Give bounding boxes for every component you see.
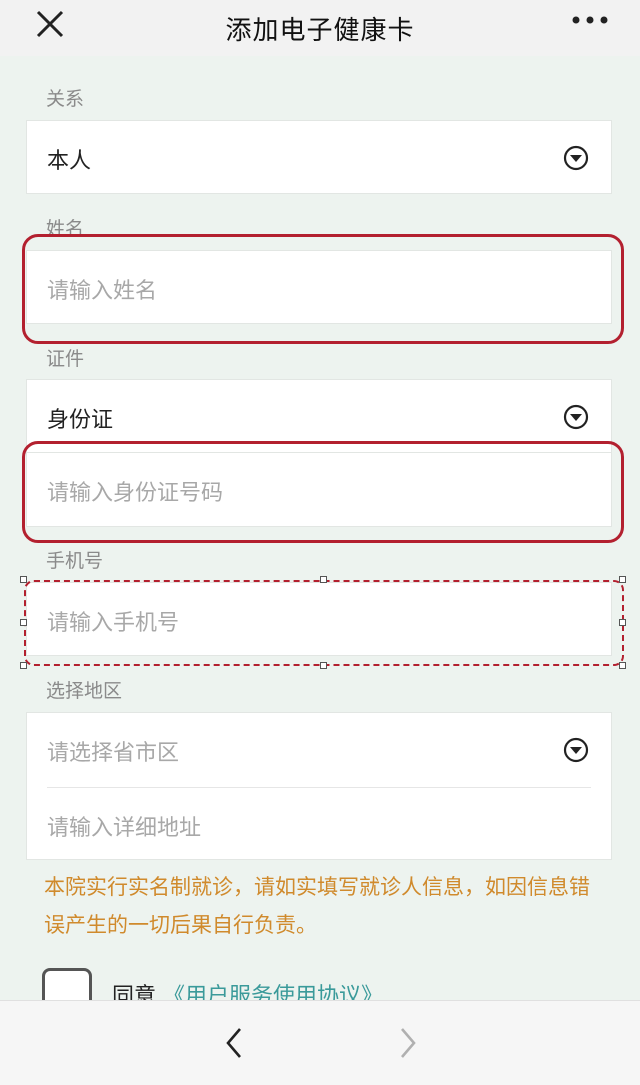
resize-handle[interactable] (619, 662, 626, 669)
chevron-right-icon[interactable] (392, 1025, 422, 1061)
form-page: 关系 本人 姓名 请输入姓名 证件 身份证 请输入身份证号码 手机号 请输入手机… (0, 56, 640, 1000)
relation-select[interactable]: 本人 (26, 120, 612, 194)
chevron-down-icon (563, 737, 589, 763)
resize-handle[interactable] (619, 619, 626, 626)
chevron-down-icon (563, 404, 589, 430)
address-input[interactable]: 请输入详细地址 (27, 788, 611, 860)
relation-label: 关系 (46, 88, 85, 110)
region-group: 请选择省市区 请输入详细地址 (26, 712, 612, 860)
resize-handle[interactable] (20, 576, 27, 583)
id-type-value: 身份证 (47, 408, 114, 433)
resize-handle[interactable] (20, 662, 27, 669)
more-icon[interactable] (570, 8, 610, 32)
agreement-link[interactable]: 《用户服务使用协议》 (163, 984, 383, 1000)
relation-value: 本人 (47, 149, 92, 174)
region-label: 选择地区 (46, 680, 123, 702)
close-icon[interactable] (32, 6, 68, 42)
bottom-nav-bar (0, 1000, 640, 1085)
resize-handle[interactable] (619, 576, 626, 583)
id-highlight-box (22, 441, 624, 543)
id-label: 证件 (46, 348, 85, 370)
title-bar: 添加电子健康卡 (0, 0, 640, 56)
phone-label: 手机号 (46, 550, 104, 572)
chevron-left-icon[interactable] (220, 1025, 250, 1061)
phone-selection-box (24, 580, 624, 666)
agree-label: 同意 (112, 984, 157, 1000)
resize-handle[interactable] (20, 619, 27, 626)
chevron-down-icon (563, 145, 589, 171)
agree-checkbox[interactable] (42, 968, 92, 1000)
notice-text: 本院实行实名制就诊，请如实填写就诊人信息，如因信息错误产生的一切后果自行负责。 (44, 875, 590, 937)
name-highlight-box (22, 234, 624, 344)
region-select-placeholder: 请选择省市区 (47, 741, 180, 766)
agreement-text: 同意 《用户服务使用协议》 (112, 978, 383, 1000)
page-title: 添加电子健康卡 (225, 15, 415, 46)
region-select[interactable]: 请选择省市区 (27, 713, 611, 787)
resize-handle[interactable] (320, 576, 327, 583)
resize-handle[interactable] (320, 662, 327, 669)
address-placeholder: 请输入详细地址 (47, 816, 202, 841)
